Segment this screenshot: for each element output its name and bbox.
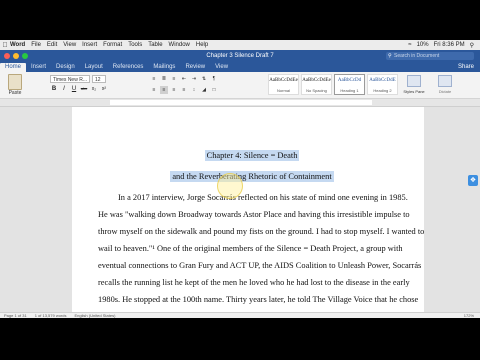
tab-review[interactable]: Review	[180, 63, 210, 72]
body-line-2[interactable]: He was "walking down Broadway towards As…	[98, 210, 410, 219]
style-name: Heading 1	[340, 88, 359, 93]
chapter-subheading[interactable]: and the Reverberating Rhetoric of Contai…	[98, 171, 406, 182]
style-sample: AaBbCcDdE	[369, 78, 396, 83]
body-line-3[interactable]: throw myself on the sidewalk and pound m…	[98, 227, 424, 236]
clock[interactable]: Fri 8:36 PM	[434, 42, 465, 49]
body-line-5[interactable]: eventual connections to Gran Fury and AC…	[98, 261, 421, 270]
style-no-spacing[interactable]: AaBbCcDdEe No Spacing	[301, 74, 332, 95]
alignment-buttons: ≡ ≡ ≡ ≡ ↕ ◢ □	[150, 86, 218, 94]
body-line-4[interactable]: wail to heaven."¹ One of the original me…	[98, 244, 406, 253]
style-name: No Spacing	[306, 88, 327, 93]
mouse-cursor-highlight	[217, 173, 243, 199]
underline-button[interactable]: U	[70, 85, 78, 93]
style-heading-2[interactable]: AaBbCcDdE Heading 2	[367, 74, 398, 95]
paste-label: Paste	[8, 90, 22, 96]
menu-format[interactable]: Format	[103, 42, 122, 48]
bullets-icon[interactable]: ≡	[150, 75, 158, 83]
style-name: Heading 2	[373, 88, 392, 93]
font-size-select[interactable]: 12	[92, 75, 106, 83]
style-sample: AaBbCcDdEe	[269, 78, 298, 83]
ribbon-home: Paste Times New R... 12 B I U abc x₂ x² …	[0, 72, 480, 99]
list-buttons: ≡ ≣ ≡ ⇤ ⇥ ⇅ ¶	[150, 75, 218, 83]
app-menu[interactable]: Word	[10, 42, 25, 48]
dictate-label: Dictate	[438, 89, 452, 94]
numbering-icon[interactable]: ≣	[160, 75, 168, 83]
dropbox-icon[interactable]: ❖	[468, 175, 478, 186]
increase-indent-icon[interactable]: ⇥	[190, 75, 198, 83]
ruler-scale	[110, 100, 372, 105]
dictate-button[interactable]: Dictate	[432, 75, 458, 94]
tab-home[interactable]: Home	[0, 63, 27, 72]
style-heading-1[interactable]: AaBbCcDd Heading 1	[334, 74, 365, 95]
styles-pane-button[interactable]: Styles Pane	[402, 75, 426, 94]
letterbox-bottom	[0, 318, 480, 360]
styles-pane-icon	[407, 75, 421, 87]
align-center-icon[interactable]: ≡	[160, 86, 168, 94]
justify-icon[interactable]: ≡	[180, 86, 188, 94]
style-sample: AaBbCcDdEe	[302, 78, 331, 83]
align-right-icon[interactable]: ≡	[170, 86, 178, 94]
styles-pane-label: Styles Pane	[403, 89, 425, 94]
tab-references[interactable]: References	[108, 63, 149, 72]
strikethrough-button[interactable]: abc	[80, 85, 88, 93]
title-bar: Chapter 3 Silence Draft 7 ⚲ Search in Do…	[0, 50, 480, 62]
heading-line-1: Chapter 4: Silence = Death	[204, 150, 300, 161]
menu-help[interactable]: Help	[196, 42, 208, 48]
shading-icon[interactable]: ◢	[200, 86, 208, 94]
decrease-indent-icon[interactable]: ⇤	[180, 75, 188, 83]
menu-table[interactable]: Table	[148, 42, 162, 48]
format-buttons: B I U abc x₂ x²	[50, 85, 108, 93]
screen:  Word File Edit View Insert Format Tool…	[0, 0, 480, 360]
align-left-icon[interactable]: ≡	[150, 86, 158, 94]
menu-insert[interactable]: Insert	[82, 42, 97, 48]
style-sample: AaBbCcDd	[337, 78, 362, 83]
font-name-select[interactable]: Times New R...	[50, 75, 90, 83]
menu-bar:  Word File Edit View Insert Format Tool…	[0, 40, 480, 50]
tab-view[interactable]: View	[210, 63, 233, 72]
heading-line-2: and the Reverberating Rhetoric of Contai…	[170, 171, 334, 182]
search-placeholder: Search in Document	[394, 53, 440, 59]
show-marks-icon[interactable]: ¶	[210, 75, 218, 83]
menu-tools[interactable]: Tools	[128, 42, 142, 48]
letterbox-top	[0, 0, 480, 40]
search-icon: ⚲	[388, 53, 392, 59]
superscript-button[interactable]: x²	[100, 85, 108, 93]
tab-mailings[interactable]: Mailings	[148, 63, 180, 72]
document-area: Chapter 4: Silence = Death and the Rever…	[0, 107, 480, 312]
body-line-7[interactable]: 1980s. He stopped at the 100th name. Thi…	[98, 295, 418, 304]
menu-file[interactable]: File	[31, 42, 41, 48]
multilevel-list-icon[interactable]: ≡	[170, 75, 178, 83]
menu-edit[interactable]: Edit	[47, 42, 57, 48]
styles-gallery: AaBbCcDdEe Normal AaBbCcDdEe No Spacing …	[268, 74, 398, 95]
microphone-icon	[438, 75, 452, 87]
italic-button[interactable]: I	[60, 85, 68, 93]
bold-button[interactable]: B	[50, 85, 58, 93]
body-line-1[interactable]: In a 2017 interview, Jorge Socarrás refl…	[98, 193, 408, 202]
menu-window[interactable]: Window	[169, 42, 190, 48]
style-name: Normal	[277, 88, 290, 93]
style-normal[interactable]: AaBbCcDdEe Normal	[268, 74, 299, 95]
search-document-input[interactable]: ⚲ Search in Document	[386, 52, 474, 60]
borders-icon[interactable]: □	[210, 86, 218, 94]
apple-icon[interactable]: 	[0, 42, 10, 49]
tab-insert[interactable]: Insert	[26, 63, 51, 72]
chapter-heading[interactable]: Chapter 4: Silence = Death	[98, 150, 406, 161]
tab-design[interactable]: Design	[51, 63, 80, 72]
subscript-button[interactable]: x₂	[90, 85, 98, 93]
wifi-icon[interactable]: ≈	[408, 42, 411, 49]
paste-button[interactable]: Paste	[6, 74, 24, 96]
battery-level[interactable]: 10%	[417, 42, 429, 49]
line-spacing-icon[interactable]: ↕	[190, 86, 198, 94]
ruler[interactable]	[0, 99, 480, 107]
menu-view[interactable]: View	[63, 42, 76, 48]
document-page[interactable]: Chapter 4: Silence = Death and the Rever…	[72, 107, 424, 312]
search-icon[interactable]: ⚲	[470, 42, 474, 49]
sort-icon[interactable]: ⇅	[200, 75, 208, 83]
share-button[interactable]: Share	[458, 63, 474, 72]
clipboard-icon	[8, 74, 22, 90]
tab-layout[interactable]: Layout	[80, 63, 108, 72]
ribbon-tabs: Home Insert Design Layout References Mai…	[0, 62, 480, 72]
body-line-6[interactable]: recalls the running list he kept of the …	[98, 278, 410, 287]
